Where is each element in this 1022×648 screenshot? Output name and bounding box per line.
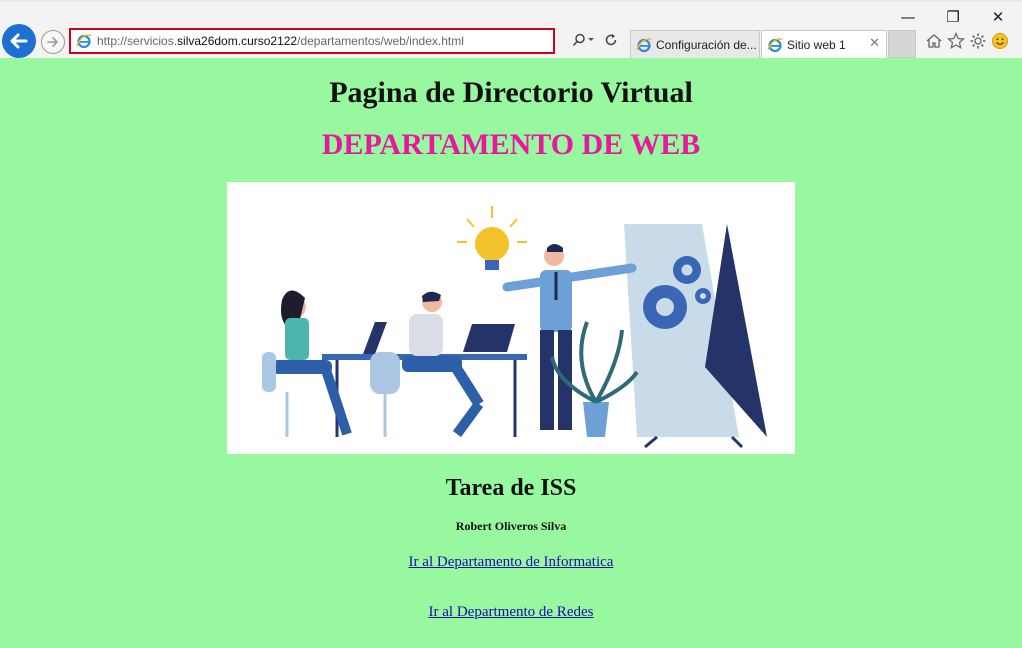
tab-label: Configuración de... [656, 37, 757, 52]
author-name: Robert Oliveros Silva [455, 519, 567, 533]
back-button[interactable] [2, 24, 36, 58]
refresh-icon [605, 34, 617, 46]
minimize-button[interactable]: — [886, 6, 930, 28]
url-text: http://servicios.silva26dom.curso2122/de… [97, 34, 464, 48]
link-redes-department[interactable]: Ir al Departmento de Redes [0, 604, 1022, 621]
search-dropdown-button[interactable] [572, 33, 596, 51]
new-tab-button[interactable] [888, 30, 916, 58]
tab-sitio-web-1[interactable]: Sitio web 1 ✕ [761, 30, 887, 58]
lightbulb-icon [457, 206, 527, 270]
url-prefix: http://servicios. [97, 34, 178, 48]
ie-logo-icon [76, 34, 92, 49]
forward-arrow-icon [47, 37, 58, 47]
home-icon [926, 34, 942, 48]
close-window-button[interactable]: ✕ [976, 6, 1020, 28]
woman-figure [262, 290, 352, 437]
url-path: /departamentos/web/index.html [297, 34, 464, 48]
tab-label: Sitio web 1 [787, 37, 846, 52]
tab-configuracion[interactable]: Configuración de... [630, 30, 760, 58]
restore-button[interactable]: ❐ [931, 6, 975, 28]
close-icon: ✕ [991, 8, 1005, 26]
browser-chrome: — ❐ ✕ http://servicios.silva26dom.curso2… [0, 0, 1022, 59]
tab-close-button[interactable]: ✕ [869, 36, 880, 51]
page-content: Pagina de Directorio Virtual DEPARTAMENT… [0, 58, 1022, 648]
minimize-icon: — [900, 8, 916, 26]
task-heading: Tarea de ISS [445, 475, 577, 501]
ie-logo-icon [636, 37, 652, 52]
page-title: Pagina de Directorio Virtual [329, 76, 693, 109]
settings-gear-icon [970, 33, 986, 49]
back-arrow-icon [10, 33, 28, 49]
restore-icon: ❐ [946, 8, 960, 26]
url-host: silva26dom.curso2122 [177, 34, 298, 48]
link-informatica-department[interactable]: Ir al Departamento de Informatica [0, 554, 1022, 571]
man-figure [370, 291, 484, 437]
feedback-button[interactable] [991, 31, 1009, 51]
settings-button[interactable] [969, 31, 987, 51]
browser-toolbar [925, 31, 1009, 51]
laptop-right [463, 324, 515, 352]
title-bar [0, 0, 1022, 2]
smiley-feedback-icon [992, 33, 1008, 49]
laptop-left [363, 322, 387, 354]
address-tools [572, 32, 618, 52]
favorites-star-icon [947, 32, 965, 50]
address-bar[interactable]: http://servicios.silva26dom.curso2122/de… [69, 28, 555, 54]
home-button[interactable] [925, 31, 943, 51]
forward-button[interactable] [41, 30, 65, 54]
teamwork-illustration [227, 182, 795, 454]
search-icon [572, 33, 594, 47]
office-team-illustration [262, 206, 767, 449]
ie-logo-icon [767, 37, 783, 52]
presenter-figure [502, 244, 637, 430]
department-heading: DEPARTAMENTO DE WEB [321, 128, 701, 161]
favorites-button[interactable] [947, 31, 965, 51]
refresh-button[interactable] [604, 33, 618, 51]
